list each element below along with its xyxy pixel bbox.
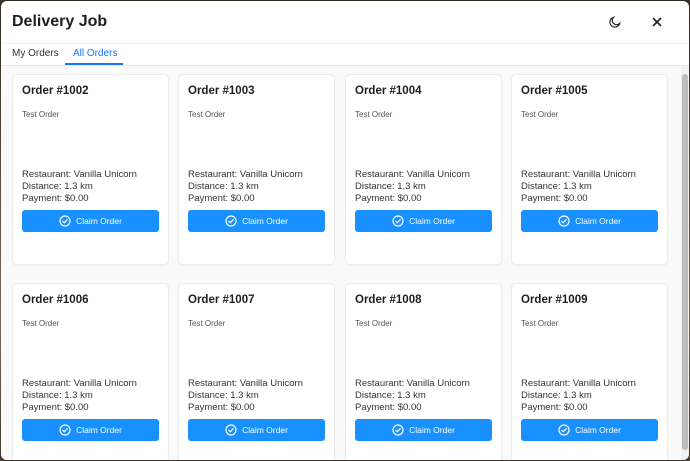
- order-payment: Payment: $0.00: [521, 193, 588, 204]
- order-title: Order #1006: [22, 294, 89, 306]
- order-description: Test Order: [22, 319, 60, 328]
- check-circle-icon: [558, 424, 570, 436]
- order-distance: Distance: 1.3 km: [22, 181, 93, 192]
- order-restaurant: Restaurant: Vanilla Unicorn: [188, 378, 303, 389]
- active-tab-indicator: [65, 63, 123, 65]
- order-card: Order #1008 Test Order Restaurant: Vanil…: [345, 283, 502, 460]
- close-button[interactable]: [646, 11, 668, 33]
- check-circle-icon: [392, 424, 404, 436]
- order-card: Order #1003 Test Order Restaurant: Vanil…: [178, 74, 335, 265]
- close-icon: [652, 17, 662, 27]
- scrollbar-thumb[interactable]: [682, 74, 688, 450]
- claim-order-label: Claim Order: [242, 425, 288, 435]
- order-restaurant: Restaurant: Vanilla Unicorn: [22, 169, 137, 180]
- claim-order-button[interactable]: Claim Order: [188, 210, 325, 232]
- tab-bar: My Orders All Orders: [1, 44, 689, 66]
- order-card: Order #1006 Test Order Restaurant: Vanil…: [12, 283, 169, 460]
- order-distance: Distance: 1.3 km: [521, 390, 592, 401]
- order-card: Order #1009 Test Order Restaurant: Vanil…: [511, 283, 668, 460]
- order-title: Order #1007: [188, 294, 255, 306]
- order-distance: Distance: 1.3 km: [188, 390, 259, 401]
- claim-order-button[interactable]: Claim Order: [355, 419, 492, 441]
- claim-order-button[interactable]: Claim Order: [188, 419, 325, 441]
- tab-my-orders[interactable]: My Orders: [12, 48, 59, 59]
- order-card: Order #1005 Test Order Restaurant: Vanil…: [511, 74, 668, 265]
- order-description: Test Order: [521, 110, 559, 119]
- order-payment: Payment: $0.00: [22, 402, 89, 413]
- claim-order-label: Claim Order: [575, 216, 621, 226]
- check-circle-icon: [59, 424, 71, 436]
- claim-order-label: Claim Order: [409, 216, 455, 226]
- check-circle-icon: [225, 215, 237, 227]
- order-title: Order #1005: [521, 85, 588, 97]
- theme-toggle-button[interactable]: [604, 11, 626, 33]
- claim-order-label: Claim Order: [575, 425, 621, 435]
- page-title: Delivery Job: [12, 13, 108, 30]
- order-card: Order #1007 Test Order Restaurant: Vanil…: [178, 283, 335, 460]
- tab-all-orders[interactable]: All Orders: [73, 48, 117, 59]
- check-circle-icon: [59, 215, 71, 227]
- order-restaurant: Restaurant: Vanilla Unicorn: [521, 378, 636, 389]
- order-card: Order #1002 Test Order Restaurant: Vanil…: [12, 74, 169, 265]
- check-circle-icon: [225, 424, 237, 436]
- claim-order-button[interactable]: Claim Order: [521, 419, 658, 441]
- order-payment: Payment: $0.00: [188, 193, 255, 204]
- order-title: Order #1002: [22, 85, 89, 97]
- claim-order-label: Claim Order: [76, 425, 122, 435]
- delivery-job-window: Delivery Job My Orders All Orders Order …: [1, 1, 689, 460]
- claim-order-button[interactable]: Claim Order: [355, 210, 492, 232]
- order-payment: Payment: $0.00: [355, 402, 422, 413]
- order-restaurant: Restaurant: Vanilla Unicorn: [355, 378, 470, 389]
- order-description: Test Order: [188, 319, 226, 328]
- order-distance: Distance: 1.3 km: [355, 181, 426, 192]
- order-description: Test Order: [22, 110, 60, 119]
- moon-icon: [609, 16, 621, 28]
- order-restaurant: Restaurant: Vanilla Unicorn: [188, 169, 303, 180]
- claim-order-button[interactable]: Claim Order: [22, 210, 159, 232]
- order-restaurant: Restaurant: Vanilla Unicorn: [521, 169, 636, 180]
- order-distance: Distance: 1.3 km: [355, 390, 426, 401]
- order-payment: Payment: $0.00: [521, 402, 588, 413]
- check-circle-icon: [392, 215, 404, 227]
- order-payment: Payment: $0.00: [22, 193, 89, 204]
- orders-grid: Order #1002 Test Order Restaurant: Vanil…: [1, 66, 681, 460]
- order-card: Order #1004 Test Order Restaurant: Vanil…: [345, 74, 502, 265]
- order-payment: Payment: $0.00: [188, 402, 255, 413]
- vertical-scrollbar[interactable]: [681, 66, 689, 460]
- order-title: Order #1009: [521, 294, 588, 306]
- claim-order-label: Claim Order: [409, 425, 455, 435]
- order-distance: Distance: 1.3 km: [22, 390, 93, 401]
- order-restaurant: Restaurant: Vanilla Unicorn: [355, 169, 470, 180]
- window-header: Delivery Job: [1, 1, 689, 44]
- order-distance: Distance: 1.3 km: [521, 181, 592, 192]
- order-payment: Payment: $0.00: [355, 193, 422, 204]
- order-title: Order #1003: [188, 85, 255, 97]
- order-description: Test Order: [521, 319, 559, 328]
- check-circle-icon: [558, 215, 570, 227]
- claim-order-button[interactable]: Claim Order: [521, 210, 658, 232]
- order-description: Test Order: [188, 110, 226, 119]
- order-restaurant: Restaurant: Vanilla Unicorn: [22, 378, 137, 389]
- claim-order-button[interactable]: Claim Order: [22, 419, 159, 441]
- order-description: Test Order: [355, 319, 393, 328]
- claim-order-label: Claim Order: [76, 216, 122, 226]
- order-description: Test Order: [355, 110, 393, 119]
- order-title: Order #1004: [355, 85, 422, 97]
- order-title: Order #1008: [355, 294, 422, 306]
- claim-order-label: Claim Order: [242, 216, 288, 226]
- order-distance: Distance: 1.3 km: [188, 181, 259, 192]
